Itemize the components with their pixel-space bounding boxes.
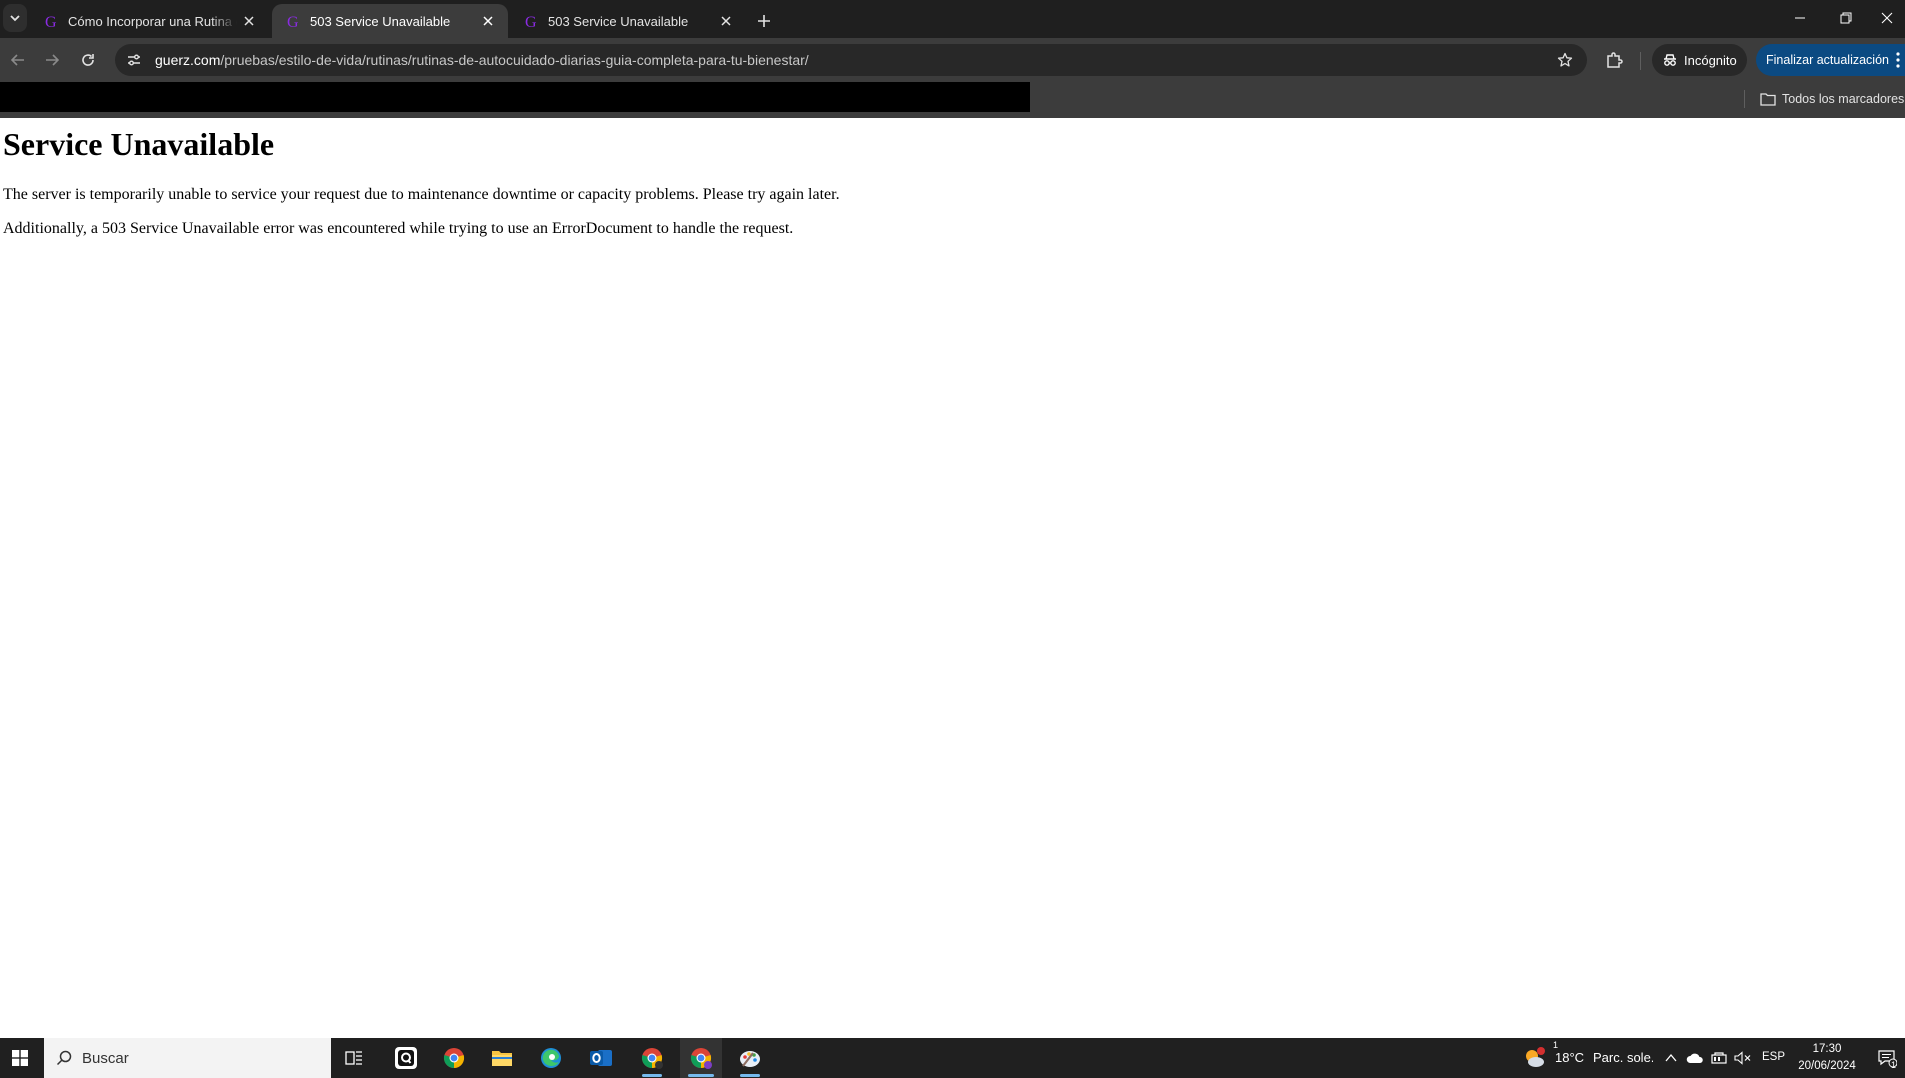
weather-badge: 1 [1553,1040,1559,1050]
incognito-indicator[interactable]: Incógnito [1652,44,1747,76]
update-label: Finalizar actualización [1766,53,1889,67]
windows-taskbar: Buscar 1 18°C Parc. sole. ESP 17:30 20/0… [0,1038,1905,1078]
network-icon[interactable] [1708,1038,1730,1078]
back-button[interactable] [2,44,34,76]
task-view-icon [345,1051,362,1065]
weather-widget-icon[interactable] [1520,1038,1548,1078]
minimize-button[interactable] [1777,0,1823,36]
start-button[interactable] [0,1038,40,1078]
tab-title: Cómo Incorporar una Rutina de Autocuidad… [68,13,237,29]
tab-title: 503 Service Unavailable [548,13,689,29]
windows-logo-icon [12,1050,28,1066]
site-favicon-icon: G [284,12,302,30]
taskbar-chrome-profile-2-active[interactable] [680,1038,722,1078]
site-favicon-icon: G [42,12,60,30]
volume-muted-icon[interactable] [1732,1038,1754,1078]
chevron-down-icon [10,15,20,22]
new-tab-button[interactable] [750,7,778,35]
forward-button[interactable] [36,44,68,76]
close-tab-icon[interactable] [716,11,736,31]
puzzle-icon [1607,52,1623,68]
arrow-left-icon [10,54,24,66]
running-indicator [740,1074,760,1077]
bookmark-star-icon[interactable] [1553,48,1577,72]
url-host: guerz.com [155,52,221,68]
page-title: Service Unavailable [3,126,275,162]
tab-3[interactable]: G 503 Service Unavailable [510,4,746,38]
taskbar-paint[interactable] [730,1038,770,1078]
bookmarks-divider [1744,90,1745,108]
app-q-icon [395,1047,417,1069]
site-favicon-icon: G [522,12,540,30]
edge-icon [541,1048,561,1068]
restore-button[interactable] [1823,0,1869,36]
notifications-button[interactable]: 1 [1872,1038,1902,1078]
tab-1[interactable]: G Cómo Incorporar una Rutina de Autocuid… [30,4,266,38]
address-bar[interactable]: guerz.com/pruebas/estilo-de-vida/rutinas… [115,44,1587,76]
url-text: guerz.com/pruebas/estilo-de-vida/rutinas… [155,52,809,68]
toolbar-divider [1640,52,1641,70]
close-tab-icon[interactable] [478,11,498,31]
clock[interactable]: 17:30 20/06/2024 [1782,1041,1872,1075]
tab-2-active[interactable]: G 503 Service Unavailable [272,4,508,38]
taskbar-file-explorer[interactable] [484,1038,520,1078]
minimize-icon [1795,17,1805,19]
chrome-icon [641,1048,663,1069]
restore-icon [1840,12,1852,24]
svg-text:G: G [525,14,537,29]
active-indicator [688,1074,714,1077]
search-icon [56,1050,72,1066]
taskbar-search[interactable]: Buscar [44,1038,331,1078]
finish-update-button[interactable]: Finalizar actualización [1756,44,1905,76]
error-message: The server is temporarily unable to serv… [3,186,840,203]
incognito-icon [1664,54,1676,66]
tab-search-button[interactable] [3,4,27,32]
show-hidden-icons-button[interactable] [1661,1038,1681,1078]
site-info-icon[interactable] [119,45,149,75]
close-tab-icon[interactable] [243,11,256,31]
more-vertical-icon[interactable] [1895,50,1901,70]
taskbar-edge[interactable] [533,1038,569,1078]
reload-button[interactable] [72,44,104,76]
clock-time: 17:30 [1812,1043,1842,1055]
arrow-right-icon [46,54,60,66]
all-bookmarks-label: Todos los marcadores [1782,92,1905,106]
folder-icon [492,1051,512,1066]
all-bookmarks-button[interactable]: Todos los marcadores [1760,87,1904,111]
weather-temp[interactable]: 18°C [1555,1050,1584,1065]
onedrive-icon[interactable] [1684,1038,1706,1078]
clock-date: 20/06/2024 [1798,1060,1856,1072]
page-content: Service Unavailable The server is tempor… [0,118,1905,1038]
svg-text:G: G [287,14,299,29]
taskbar-outlook[interactable] [583,1038,619,1078]
error-detail: Additionally, a 503 Service Unavailable … [3,220,794,237]
taskbar-app-q[interactable] [388,1038,424,1078]
close-window-button[interactable] [1869,0,1905,36]
extensions-button[interactable] [1598,44,1630,76]
taskbar-chrome[interactable] [436,1038,472,1078]
chrome-icon [443,1048,465,1069]
chevron-up-icon [1665,1053,1677,1062]
redacted-bookmarks [0,82,1030,112]
incognito-label: Incógnito [1684,52,1737,68]
bookmarks-bar: Todos los marcadores [0,82,1905,118]
tab-strip: G Cómo Incorporar una Rutina de Autocuid… [0,0,1905,38]
reload-icon [82,54,94,66]
taskbar-chrome-profile-1[interactable] [632,1038,672,1078]
chrome-icon [690,1048,712,1069]
notification-count: 1 [1891,1060,1897,1070]
close-icon [1881,12,1893,24]
running-indicator [642,1074,662,1077]
svg-text:G: G [45,14,57,29]
url-path: /pruebas/estilo-de-vida/rutinas/rutinas-… [220,52,809,68]
paint-palette-icon [740,1051,760,1067]
tab-title: 503 Service Unavailable [310,13,451,29]
task-view-button[interactable] [336,1038,372,1078]
folder-icon [1760,93,1776,106]
plus-icon [758,15,770,27]
outlook-icon [590,1050,612,1066]
browser-toolbar: guerz.com/pruebas/estilo-de-vida/rutinas… [0,38,1905,82]
search-placeholder: Buscar [82,1049,129,1067]
weather-desc[interactable]: Parc. sole. [1593,1050,1653,1065]
